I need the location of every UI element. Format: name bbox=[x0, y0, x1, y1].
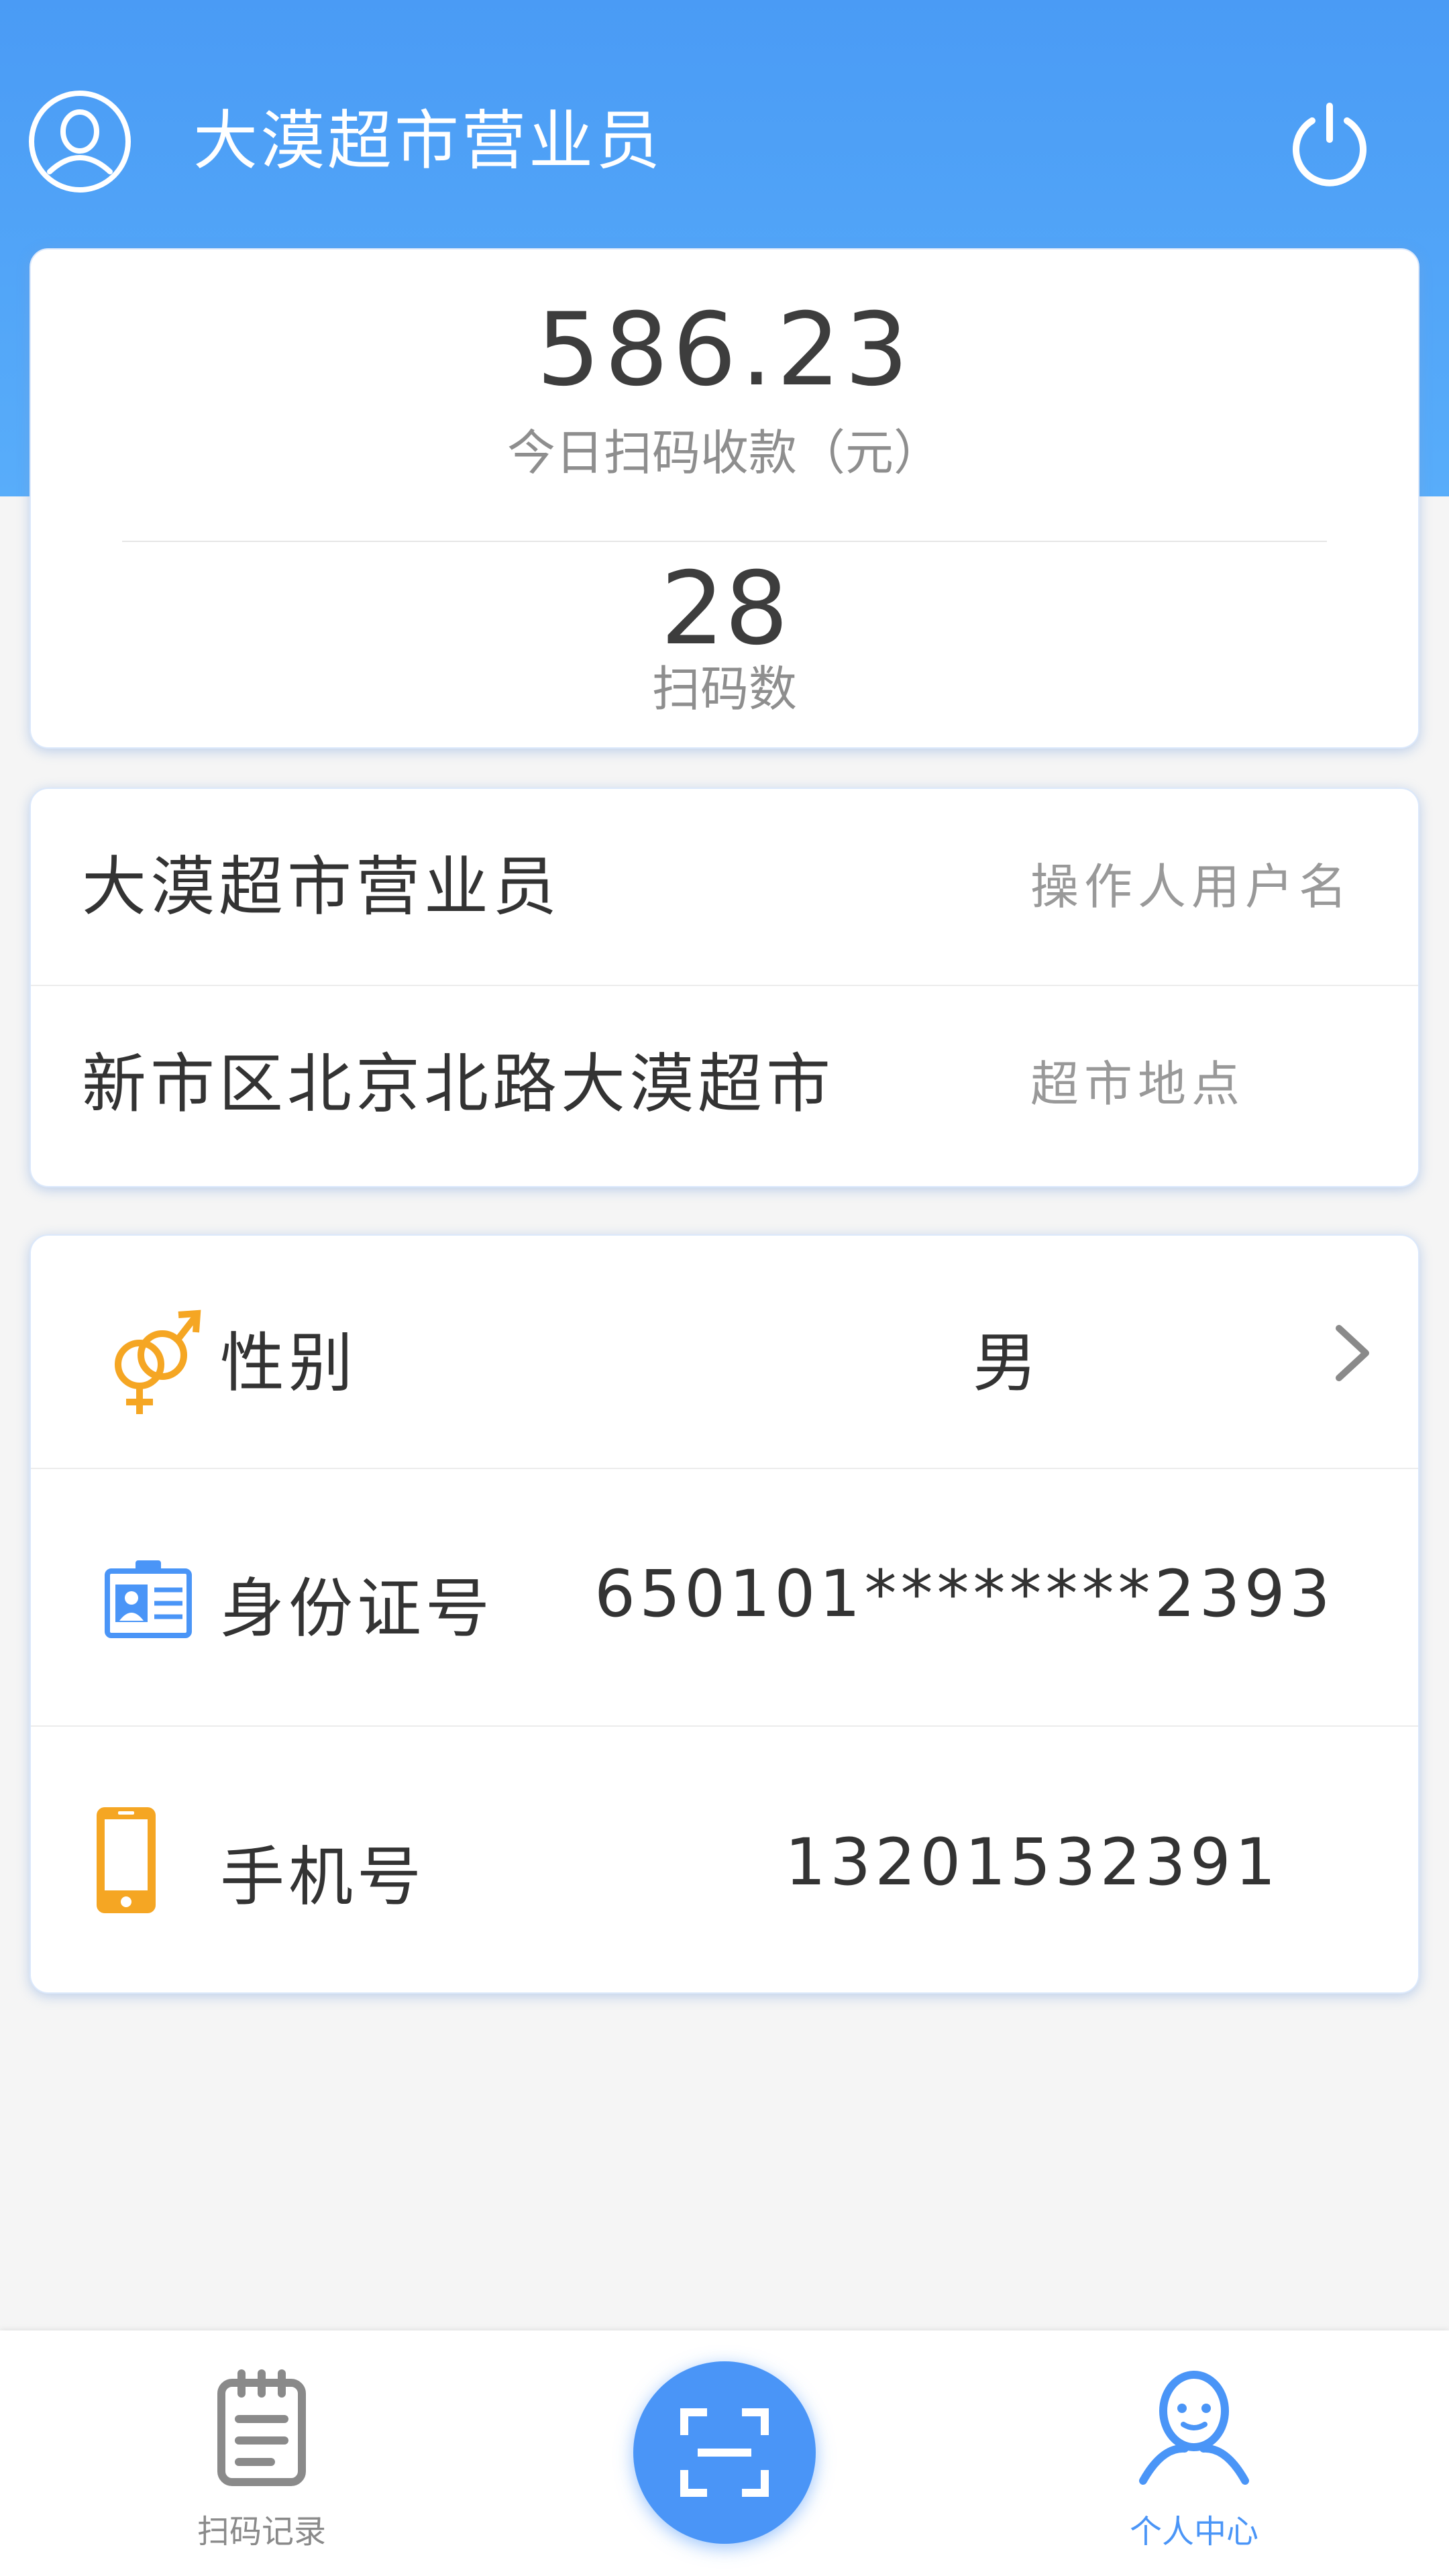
operator-username-value: 大漠超市营业员 bbox=[82, 849, 561, 924]
power-icon[interactable] bbox=[1283, 94, 1377, 188]
scan-count: 28 bbox=[660, 551, 789, 667]
store-location-label: 超市地点 bbox=[1030, 1056, 1246, 1112]
today-amount: 586.23 bbox=[536, 292, 913, 409]
id-card-label: 身份证号 bbox=[220, 1571, 494, 1646]
store-location-value: 新市区北京北路大漠超市 bbox=[82, 1046, 835, 1122]
notepad-icon bbox=[217, 2368, 306, 2489]
tab-personal-center-label: 个人中心 bbox=[1129, 2513, 1258, 2551]
scan-icon bbox=[680, 2408, 769, 2500]
today-amount-label: 今日扫码收款（元） bbox=[506, 425, 942, 481]
gender-value: 男 bbox=[973, 1326, 1041, 1401]
scan-button[interactable] bbox=[633, 2361, 816, 2544]
gender-label: 性别 bbox=[220, 1326, 357, 1401]
operator-username-row: 大漠超市营业员 操作人用户名 bbox=[31, 789, 1418, 985]
stats-divider bbox=[122, 541, 1327, 542]
stats-card: 586.23 今日扫码收款（元） 28 扫码数 bbox=[30, 248, 1419, 749]
operator-info-card: 大漠超市营业员 操作人用户名 新市区北京北路大漠超市 超市地点 bbox=[30, 788, 1419, 1187]
phone-row: 手机号 13201532391 bbox=[31, 1727, 1418, 1994]
operator-username-label: 操作人用户名 bbox=[1030, 859, 1353, 915]
gender-row[interactable]: 性别 男 bbox=[31, 1236, 1418, 1469]
user-avatar-icon[interactable] bbox=[28, 90, 131, 193]
mobile-phone-icon bbox=[93, 1803, 160, 1920]
store-location-row: 新市区北京北路大漠超市 超市地点 bbox=[31, 985, 1418, 1182]
phone-value: 13201532391 bbox=[785, 1825, 1280, 1900]
id-card-value: 650101********2393 bbox=[594, 1556, 1334, 1631]
id-card-row: 身份证号 650101********2393 bbox=[31, 1469, 1418, 1727]
gender-icon bbox=[105, 1303, 205, 1419]
header-title: 大漠超市营业员 bbox=[193, 103, 663, 178]
tab-scan-records[interactable]: 扫码记录 bbox=[161, 2330, 362, 2576]
scan-count-label: 扫码数 bbox=[651, 661, 797, 717]
tab-scan-records-label: 扫码记录 bbox=[197, 2513, 326, 2551]
id-card-icon bbox=[105, 1558, 192, 1641]
personal-details-card: 性别 男 身份证号 650101********2393 手机号 1320153… bbox=[30, 1234, 1419, 1994]
chevron-right-icon bbox=[1332, 1323, 1373, 1383]
tab-personal-center[interactable]: 个人中心 bbox=[1093, 2330, 1295, 2576]
phone-label: 手机号 bbox=[220, 1839, 425, 1915]
person-icon bbox=[1135, 2368, 1253, 2489]
